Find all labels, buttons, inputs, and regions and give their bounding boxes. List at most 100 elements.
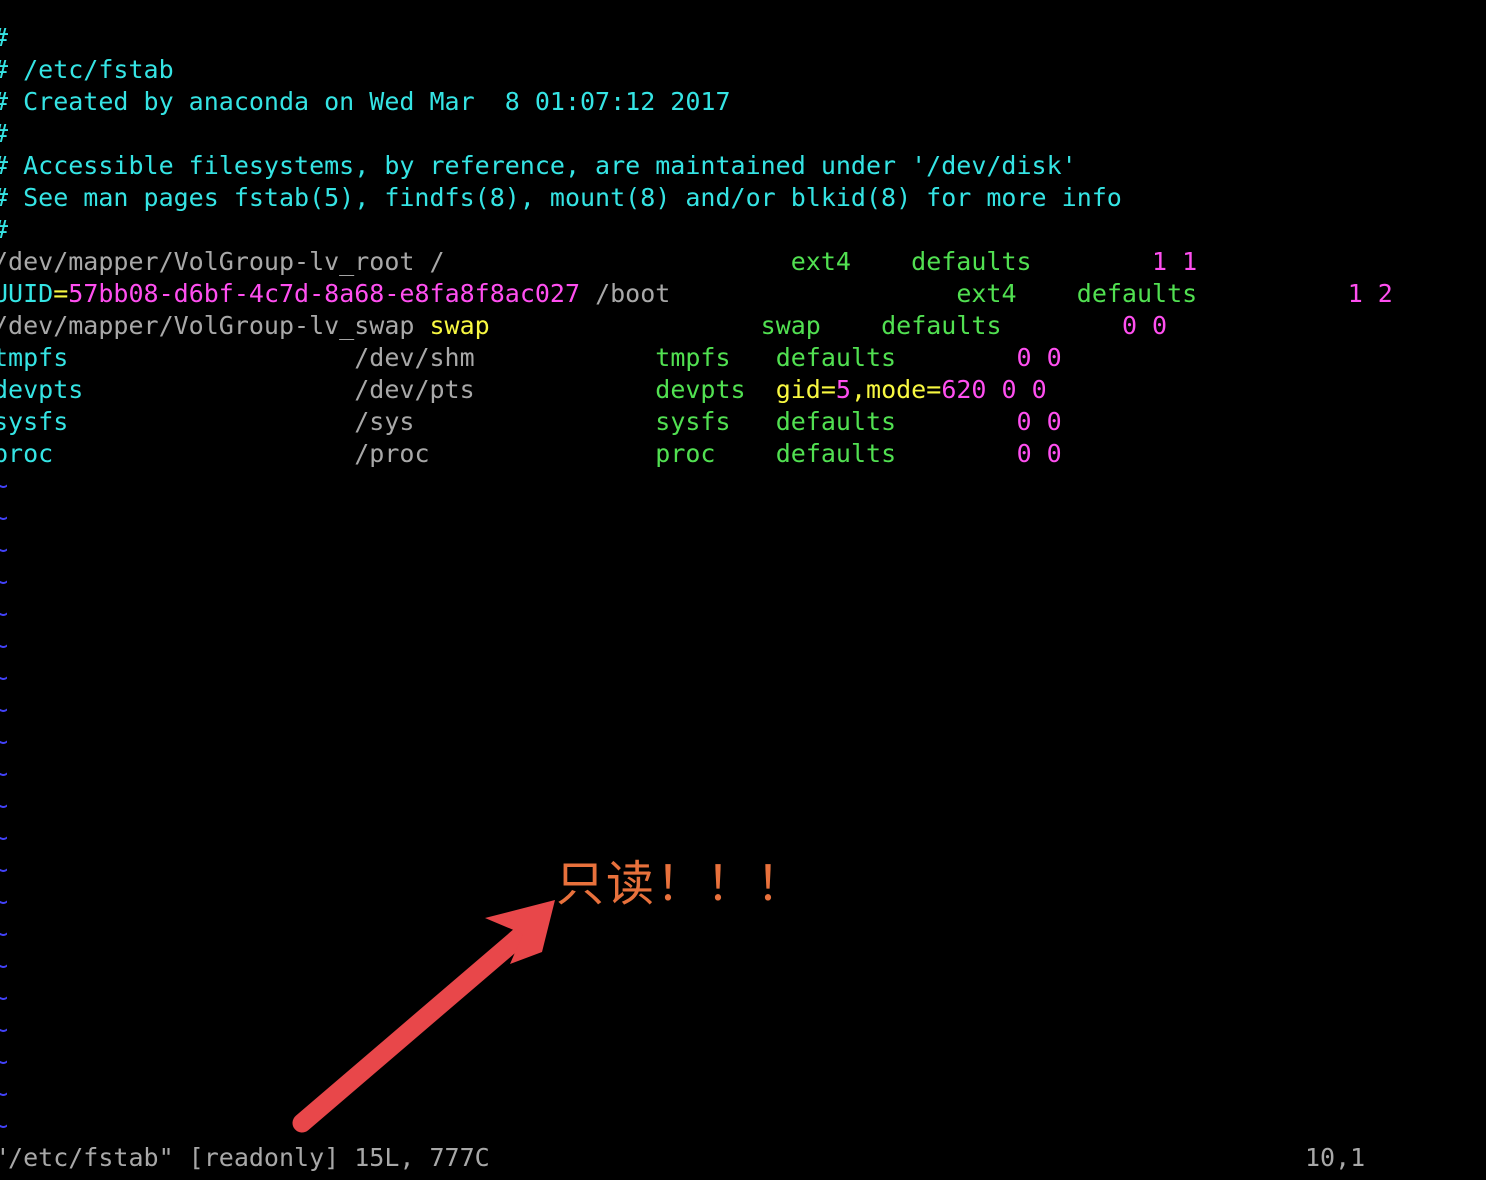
vim-buffer-line: # /etc/fstab [0, 54, 1486, 86]
vim-text-span [746, 375, 776, 404]
vim-buffer-line: sysfs /sys sysfs defaults 0 0 [0, 406, 1486, 438]
vim-filler-line: ~ [0, 1047, 9, 1076]
vim-buffer-line: /dev/mapper/VolGroup-lv_swap swap swap d… [0, 310, 1486, 342]
vim-text-span: # /etc/fstab [0, 55, 174, 84]
vim-buffer-line: # Created by anaconda on Wed Mar 8 01:07… [0, 86, 1486, 118]
vim-text-span: 0 0 [1016, 439, 1062, 468]
vim-text-span [821, 311, 881, 340]
vim-filler-line: ~ [0, 1079, 9, 1108]
vim-text-span: tmpfs [0, 343, 69, 372]
vim-filler-line: ~ [0, 791, 9, 820]
vim-text-span: = [53, 279, 69, 308]
vim-text-span [896, 407, 1016, 436]
vim-buffer-line: # [0, 22, 1486, 54]
vim-text-span: devpts [0, 375, 84, 404]
vim-text-span [731, 407, 776, 436]
vim-text-span: 1 2 [1347, 279, 1393, 308]
vim-text-span: 5 [835, 375, 851, 404]
vim-text-span: /proc [53, 439, 656, 468]
vim-text-span: # [0, 23, 8, 52]
vim-text-span: proc [0, 439, 54, 468]
vim-text-span: swap [760, 311, 821, 340]
vim-text-span [731, 343, 776, 372]
vim-text-span: 0 0 [1016, 343, 1062, 372]
vim-text-span [1197, 279, 1348, 308]
vim-text-span: # Accessible filesystems, by reference, … [0, 151, 1077, 180]
vim-buffer-line: tmpfs /dev/shm tmpfs defaults 0 0 [0, 342, 1486, 374]
vim-text-span: 0 0 [1001, 375, 1047, 404]
vim-text-span [490, 311, 761, 340]
vim-text-span: /boot [580, 279, 957, 308]
vim-filler-line: ~ [0, 983, 9, 1012]
vim-filler-line: ~ [0, 823, 9, 852]
terminal-screen: # # /etc/fstab # Created by anaconda on We… [0, 0, 1486, 1180]
annotation-label-readonly: 只读！！！ [556, 856, 807, 912]
vim-text-span: defaults [775, 407, 897, 436]
vim-text-span: /dev/pts [83, 375, 656, 404]
vim-filler-line: ~ [0, 759, 9, 788]
vim-text-span: defaults [775, 439, 897, 468]
vim-text-span: ext4 [956, 279, 1017, 308]
vim-filler-line: ~ [0, 951, 9, 980]
vim-text-span: gid [775, 375, 821, 404]
vim-text-span: defaults [881, 311, 1002, 340]
vim-text-span: swap [429, 311, 490, 340]
vim-filler-line: ~ [0, 919, 9, 948]
vim-text-span: devpts [655, 375, 746, 404]
vim-buffer-line: # Accessible filesystems, by reference, … [0, 150, 1486, 182]
vim-buffer-line: UUID=57bb08-d6bf-4c7d-8a68-e8fa8f8ac027 … [0, 278, 1486, 310]
vim-filler-line: ~ [0, 535, 9, 564]
vim-filler-line: ~ [0, 471, 9, 500]
vim-text-span: # Created by anaconda on Wed Mar 8 01:07… [0, 87, 731, 116]
vim-filler-line: ~ [0, 567, 9, 596]
vim-text-span: defaults [1076, 279, 1198, 308]
vim-text-span [896, 439, 1016, 468]
vim-text-span: UUID [0, 279, 54, 308]
annotation-arrow-icon [292, 900, 555, 1133]
vim-filler-line: ~ [0, 631, 9, 660]
vim-cursor-position: 10,1 [1305, 1143, 1366, 1172]
vim-filler-line: ~ [0, 1015, 9, 1044]
vim-text-span: defaults [775, 343, 897, 372]
vim-filler-line: ~ [0, 887, 9, 916]
vim-filler-line: ~ [0, 695, 9, 724]
vim-text-span: 1 1 [1152, 247, 1198, 276]
vim-text-span: sysfs [655, 407, 731, 436]
vim-text-span: /dev/mapper/VolGroup-lv_root / [0, 247, 791, 276]
vim-filler-line: ~ [0, 663, 9, 692]
vim-text-span: 0 0 [1121, 311, 1168, 340]
vim-text-span: defaults [911, 247, 1032, 276]
vim-text-span [1017, 279, 1077, 308]
vim-text-span: /dev/shm [68, 343, 656, 372]
vim-buffer-line: /dev/mapper/VolGroup-lv_root / ext4 defa… [0, 246, 1486, 278]
vim-text-span: = [926, 375, 942, 404]
vim-text-span: = [820, 375, 836, 404]
vim-buffer-line: # [0, 214, 1486, 246]
vim-text-span: 57bb08-d6bf-4c7d-8a68-e8fa8f8ac027 [68, 279, 581, 308]
vim-text-span [1002, 311, 1122, 340]
vim-text-span: 620 [941, 375, 987, 404]
vim-text-span: /dev/mapper/VolGroup-lv_swap [0, 311, 430, 340]
vim-text-span: , [850, 375, 867, 404]
vim-buffer-line: # See man pages fstab(5), findfs(8), mou… [0, 182, 1486, 214]
vim-text-span: # [0, 215, 8, 244]
vim-text-span: /sys [68, 407, 656, 436]
vim-text-span [851, 247, 911, 276]
vim-text-span: sysfs [0, 407, 69, 436]
vim-text-span [716, 439, 776, 468]
vim-text-span: mode [866, 375, 927, 404]
vim-buffer-line: proc /proc proc defaults 0 0 [0, 438, 1486, 470]
vim-text-span: 0 0 [1016, 407, 1062, 436]
vim-text-span: # [0, 119, 8, 148]
vim-filler-line: ~ [0, 727, 9, 756]
vim-filler-tildes: ~ ~ ~ ~ ~ ~ ~ ~ ~ ~ ~ ~ ~ ~ ~ ~ ~ ~ ~ ~ ~ [0, 470, 8, 1142]
vim-filler-line: ~ [0, 503, 9, 532]
vim-buffer-line: devpts /dev/pts devpts gid=5,mode=620 0 … [0, 374, 1486, 406]
vim-text-span: ext4 [790, 247, 851, 276]
vim-text-span: # See man pages fstab(5), findfs(8), mou… [0, 183, 1122, 212]
vim-filler-line: ~ [0, 599, 9, 628]
vim-text-span [986, 375, 1001, 404]
vim-text-span: proc [655, 439, 716, 468]
vim-filler-line: ~ [0, 1111, 9, 1140]
vim-buffer[interactable]: # # /etc/fstab # Created by anaconda on We… [0, 22, 1486, 470]
